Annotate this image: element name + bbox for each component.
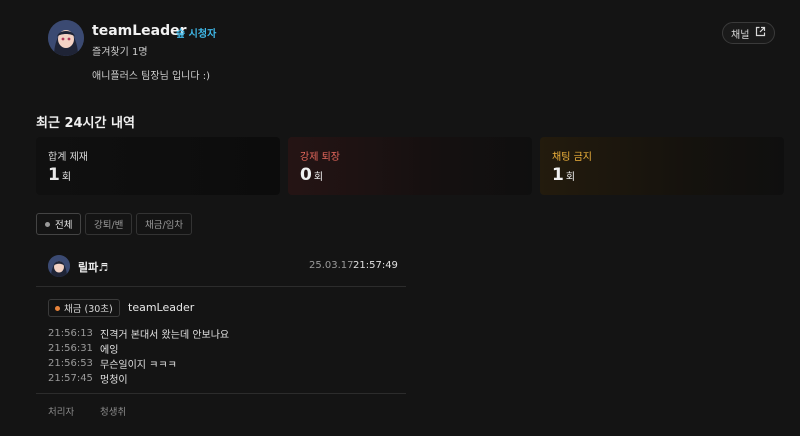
card-label: 강제 퇴장 [300, 152, 340, 163]
section-title: 최근 24시간 내역 [36, 116, 135, 131]
log-time: 21:56:13 [48, 327, 93, 339]
channel-button-label: 채널 [731, 29, 750, 41]
summary-card-chatban: 채팅 금지 1회 [540, 137, 784, 195]
handler-name: 청생취 [100, 407, 127, 418]
moderator-avatar [48, 255, 70, 277]
log-time: 21:56:53 [48, 357, 93, 369]
card-value: 1회 [552, 165, 576, 185]
handler-label: 처리자 [48, 407, 75, 418]
summary-card-kick: 강제 퇴장 0회 [288, 137, 532, 195]
log-row: 21:56:13 진격거 본대서 왔는데 안보나요 [48, 326, 230, 341]
log-row: 21:57:45 멍청이 [48, 371, 229, 386]
log-message: 무슨일이지 ㅋㅋㅋ [100, 359, 177, 371]
dot-icon [55, 305, 60, 311]
divider [36, 393, 406, 394]
dot-icon [45, 221, 50, 227]
card-value: 0회 [300, 165, 324, 185]
card-label: 합계 제재 [48, 152, 88, 163]
external-link-icon [755, 26, 766, 40]
channel-avatar[interactable] [48, 20, 84, 56]
target-user: teamLeader [128, 301, 195, 314]
log-row: 21:56:31 에잉 [48, 341, 229, 356]
summary-card-total: 합계 제재 1회 [36, 137, 280, 195]
channel-description: 애니플러스 팀장님 입니다 :) [92, 71, 211, 82]
filter-chat-ban[interactable]: 채금/임차 [136, 213, 193, 235]
record-date: 25.03.17 [309, 260, 354, 271]
filter-label: 전체 [55, 220, 73, 231]
channel-button[interactable]: 채널 [722, 22, 776, 44]
log-time: 21:56:31 [48, 342, 93, 354]
filter-label: 강퇴/밴 [94, 220, 124, 231]
log-message: 멍청이 [100, 374, 128, 386]
viewer-badge: 숲 시청자 [176, 29, 217, 40]
divider [36, 286, 406, 287]
moderator-name: 릴파♬ [78, 261, 109, 274]
chat-log: 21:56:13 진격거 본대서 왔는데 안보나요 21:56:31 에잉 21… [48, 326, 230, 386]
log-message: 진격거 본대서 왔는데 안보나요 [100, 329, 230, 341]
log-message: 에잉 [100, 344, 119, 356]
log-row: 21:56:53 무슨일이지 ㅋㅋㅋ [48, 356, 229, 371]
action-label: 채금 (30초) [64, 304, 113, 315]
filter-label: 채금/임차 [145, 220, 184, 231]
record-time: 21:57:49 [353, 260, 398, 271]
channel-name[interactable]: teamLeader [92, 23, 187, 39]
log-time: 21:57:45 [48, 372, 93, 384]
card-value: 1회 [48, 165, 72, 185]
filter-all[interactable]: 전체 [36, 213, 82, 235]
action-tag: 채금 (30초) [48, 299, 120, 317]
filter-kick-ban[interactable]: 강퇴/밴 [85, 213, 133, 235]
card-label: 채팅 금지 [552, 152, 592, 163]
favorites-count: 즐겨찾기 1명 [92, 47, 148, 58]
